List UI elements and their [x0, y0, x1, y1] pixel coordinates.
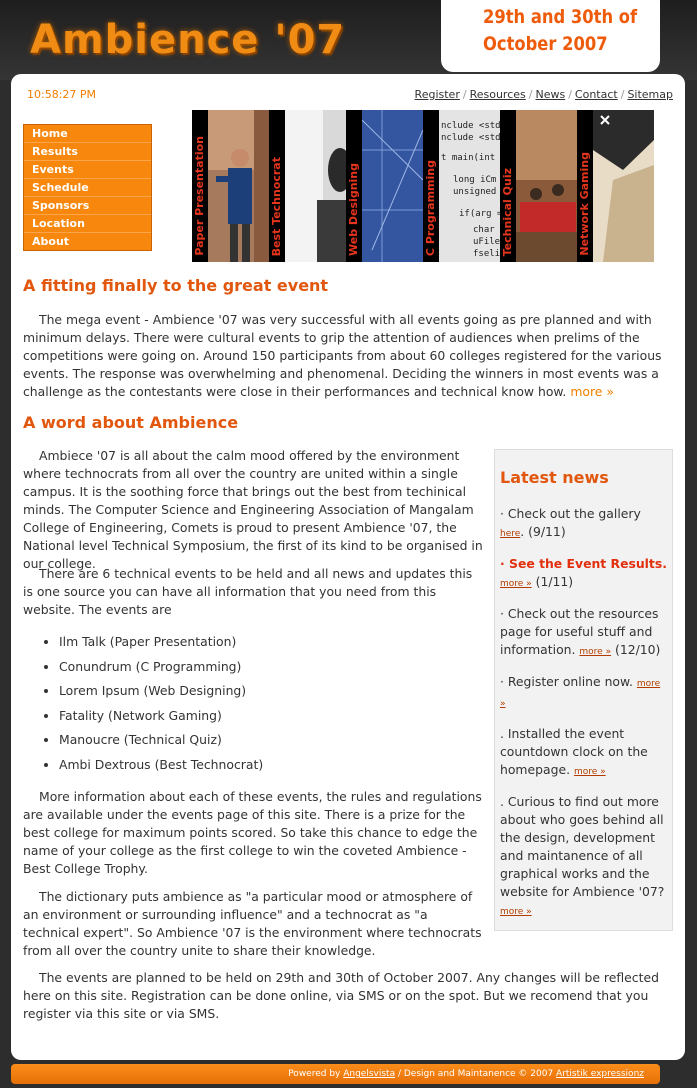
about-paragraph-5: The events are planned to be held on 29t…	[23, 970, 659, 1021]
code-line: nclude <stdi	[441, 133, 500, 143]
news-item: . Curious to find out more about who goe…	[500, 794, 665, 917]
event-date-line-1: 29th and 30th of	[483, 6, 638, 28]
site-logo[interactable]: Ambience '07	[30, 12, 345, 68]
contact-link[interactable]: Contact	[575, 88, 618, 101]
banner-network-gaming[interactable]: Network Gaming	[577, 110, 654, 262]
banner-label: Paper Presentation	[193, 136, 206, 256]
banner-label: C Programming	[424, 159, 437, 256]
main-menu: Home Results Events Schedule Sponsors Lo…	[23, 124, 152, 251]
news-item: . Installed the event countdown clock on…	[500, 726, 648, 777]
code-line: unsigned	[453, 187, 496, 197]
code-line: t main(int a	[441, 153, 500, 163]
menu-item-sponsors[interactable]: Sponsors	[24, 197, 151, 215]
event-date-box: 29th and 30th of October 2007	[441, 0, 660, 72]
code-graphic: nclude <stdi nclude <stdi t main(int a l…	[439, 110, 500, 262]
gaming-graphic	[593, 110, 654, 262]
news-item: · Register online now. more »	[500, 674, 661, 709]
event-summary-paragraph: The mega event - Ambience '07 was very s…	[23, 312, 662, 399]
presenter-photo	[208, 110, 269, 262]
about-paragraph-2: There are 6 technical events to be held …	[23, 566, 473, 617]
news-link[interactable]: News	[535, 88, 565, 101]
sitemap-link[interactable]: Sitemap	[627, 88, 673, 101]
menu-item-about[interactable]: About	[24, 233, 151, 250]
banner-label: Technical Quiz	[501, 167, 514, 256]
latest-news-title: Latest news	[500, 468, 609, 487]
web-design-graphic	[362, 110, 423, 262]
clock-more-link[interactable]: more »	[574, 767, 606, 777]
banner-best-technocrat[interactable]: Best Technocrat	[269, 110, 346, 262]
angelsvista-link[interactable]: Angelsvista	[343, 1069, 395, 1079]
code-line: long iCm	[453, 175, 496, 185]
results-more-link[interactable]: more »	[500, 579, 532, 589]
news-item: · Check out the gallery here. (9/11)	[500, 506, 641, 539]
banner-label: Web Designing	[347, 163, 360, 256]
banner-web-designing[interactable]: Web Designing	[346, 110, 423, 262]
code-line: fseli	[473, 249, 500, 259]
banner-label: Network Gaming	[578, 152, 591, 256]
main-content-panel: 10:58:27 PM Register / Resources / News / Cont…	[11, 74, 685, 1060]
code-line: if(arg =	[459, 209, 500, 219]
events-list: Ilm Talk (Paper Presentation) Conundrum …	[59, 634, 263, 781]
latest-news-box: Latest news · Check out the gallery here…	[494, 449, 673, 931]
menu-item-home[interactable]: Home	[24, 125, 151, 143]
resources-more-link[interactable]: more »	[579, 647, 611, 657]
list-item: Manoucre (Technical Quiz)	[59, 732, 263, 757]
gallery-here-link[interactable]: here	[500, 529, 520, 539]
events-banner: Paper Presentation Best Technocrat Web D…	[192, 110, 655, 262]
top-links-nav: Register / Resources / News / Contact / Sitemap	[414, 88, 673, 101]
section-heading-event: A fitting finally to the great event	[23, 276, 329, 295]
register-link[interactable]: Register	[415, 88, 460, 101]
resources-link[interactable]: Resources	[470, 88, 526, 101]
menu-item-results[interactable]: Results	[24, 143, 151, 161]
banner-technical-quiz[interactable]: Technical Quiz	[500, 110, 577, 262]
code-line: uFile	[473, 237, 500, 247]
about-paragraph-3: More information about each of these eve…	[23, 789, 482, 876]
list-item: Conundrum (C Programming)	[59, 659, 263, 684]
event-date-line-2: October 2007	[483, 33, 608, 55]
countdown-clock: 10:58:27 PM	[27, 88, 97, 101]
news-item: · Check out the resources page for usefu…	[500, 606, 661, 657]
about-paragraph-4: The dictionary puts ambience as "a parti…	[23, 889, 482, 958]
section-heading-about: A word about Ambience	[23, 413, 239, 432]
page-footer: Powered by Angelsvista / Design and Main…	[11, 1064, 660, 1084]
code-line: nclude <stdi	[441, 121, 500, 131]
code-line: char	[473, 225, 495, 235]
banner-c-programming[interactable]: C Programming nclude <stdi nclude <stdi …	[423, 110, 500, 262]
artistik-link[interactable]: Artistik expressionz	[556, 1069, 644, 1079]
list-item: Lorem Ipsum (Web Designing)	[59, 683, 263, 708]
quiz-photo	[516, 110, 577, 262]
list-item: Ilm Talk (Paper Presentation)	[59, 634, 263, 659]
menu-item-location[interactable]: Location	[24, 215, 151, 233]
list-item: Fatality (Network Gaming)	[59, 708, 263, 733]
news-item: · See the Event Results. more » (1/11)	[500, 556, 667, 589]
technocrat-photo	[285, 110, 346, 262]
about-paragraph-1: Ambiece '07 is all about the calm mood o…	[23, 448, 483, 571]
list-item: Ambi Dextrous (Best Technocrat)	[59, 757, 263, 782]
banner-label: Best Technocrat	[270, 156, 283, 256]
menu-item-events[interactable]: Events	[24, 161, 151, 179]
menu-item-schedule[interactable]: Schedule	[24, 179, 151, 197]
more-link[interactable]: more »	[570, 384, 614, 399]
about-more-link[interactable]: more »	[500, 907, 532, 917]
banner-paper-presentation[interactable]: Paper Presentation	[192, 110, 269, 262]
